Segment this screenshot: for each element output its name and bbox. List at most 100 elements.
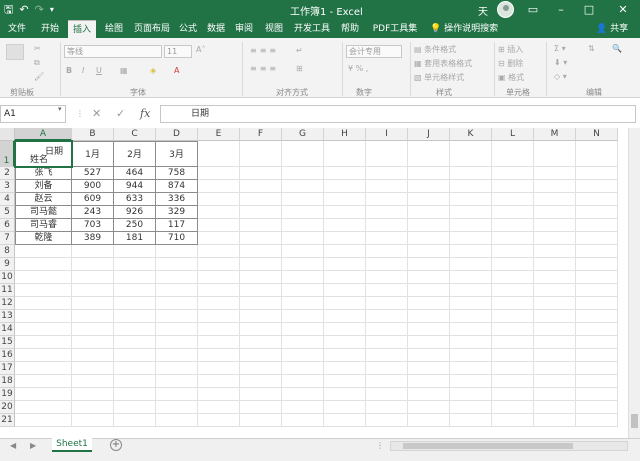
grid-cell[interactable] xyxy=(15,401,72,414)
grid-cell[interactable] xyxy=(240,336,282,349)
clear-icon[interactable]: ◇ ▾ xyxy=(554,72,567,81)
table-value-cell[interactable]: 758 xyxy=(156,167,198,180)
table-value-cell[interactable]: 336 xyxy=(156,193,198,206)
grid-cell[interactable] xyxy=(408,323,450,336)
grid-cell[interactable] xyxy=(72,401,114,414)
grid-cell[interactable] xyxy=(492,271,534,284)
grid-cell[interactable] xyxy=(240,375,282,388)
grid-cell[interactable] xyxy=(240,193,282,206)
grid-cell[interactable] xyxy=(282,219,324,232)
grid-cell[interactable] xyxy=(366,297,408,310)
grid-cell[interactable] xyxy=(198,141,240,167)
grid-cell[interactable] xyxy=(576,284,618,297)
grid-cell[interactable] xyxy=(15,323,72,336)
grid-cell[interactable] xyxy=(534,362,576,375)
fill-icon[interactable]: ⬇ ▾ xyxy=(554,58,567,67)
save-icon[interactable]: 🖫 xyxy=(4,2,13,18)
grid-cell[interactable] xyxy=(408,258,450,271)
table-value-cell[interactable]: 926 xyxy=(114,206,156,219)
grid-cell[interactable] xyxy=(282,271,324,284)
grid-cell[interactable] xyxy=(450,180,492,193)
table-header-cell[interactable]: 2月 xyxy=(114,141,156,167)
sheet-tab[interactable]: Sheet1 xyxy=(52,438,92,452)
font-name-box[interactable]: 等线 xyxy=(64,45,162,58)
grid-cell[interactable] xyxy=(366,375,408,388)
grid-cell[interactable] xyxy=(408,180,450,193)
grid-cell[interactable] xyxy=(156,271,198,284)
column-header[interactable]: H xyxy=(324,128,366,141)
grid-cell[interactable] xyxy=(408,141,450,167)
grid-cell[interactable] xyxy=(240,297,282,310)
tab-file[interactable]: 文件 xyxy=(4,20,30,38)
grid-cell[interactable] xyxy=(198,271,240,284)
vertical-scrollbar[interactable] xyxy=(628,128,640,438)
table-value-cell[interactable]: 609 xyxy=(72,193,114,206)
grid-cell[interactable] xyxy=(72,310,114,323)
grid-cell[interactable] xyxy=(492,349,534,362)
grid-cell[interactable] xyxy=(282,336,324,349)
grid-cell[interactable] xyxy=(282,167,324,180)
grid-cell[interactable] xyxy=(198,167,240,180)
italic-icon[interactable]: I xyxy=(82,66,84,75)
grid-cell[interactable] xyxy=(114,310,156,323)
grid-cell[interactable] xyxy=(324,310,366,323)
grid-cell[interactable] xyxy=(156,258,198,271)
grid-cell[interactable] xyxy=(576,167,618,180)
grid-cell[interactable] xyxy=(324,375,366,388)
column-header[interactable]: B xyxy=(72,128,114,141)
grid-cell[interactable] xyxy=(534,206,576,219)
grid-cell[interactable] xyxy=(72,349,114,362)
grid-cell[interactable] xyxy=(15,375,72,388)
grid-cell[interactable] xyxy=(15,349,72,362)
grid-cell[interactable] xyxy=(366,401,408,414)
grid-cell[interactable] xyxy=(114,388,156,401)
function-icon[interactable]: fx xyxy=(140,105,150,123)
sort-filter-icon[interactable]: ⇅ xyxy=(588,44,595,53)
column-header[interactable]: N xyxy=(576,128,618,141)
grid-cell[interactable] xyxy=(72,323,114,336)
grid-cell[interactable] xyxy=(450,219,492,232)
grid-cell[interactable] xyxy=(576,362,618,375)
grid-cell[interactable] xyxy=(114,297,156,310)
grid-cell[interactable] xyxy=(576,193,618,206)
grid-cell[interactable] xyxy=(15,271,72,284)
customize-icon[interactable]: ▾ xyxy=(50,2,54,18)
grid-cell[interactable] xyxy=(366,258,408,271)
grid-cell[interactable] xyxy=(576,375,618,388)
grid-cell[interactable] xyxy=(72,362,114,375)
grid-cell[interactable] xyxy=(450,245,492,258)
grid-cell[interactable] xyxy=(492,336,534,349)
grid-cell[interactable] xyxy=(534,349,576,362)
scroll-thumb[interactable] xyxy=(631,414,638,428)
delete-cells-button[interactable]: ⊟ 删除 xyxy=(498,58,523,69)
grid-cell[interactable] xyxy=(72,271,114,284)
next-sheet-icon[interactable]: ▶ xyxy=(30,439,36,452)
column-header[interactable]: M xyxy=(534,128,576,141)
spreadsheet-grid[interactable]: A B C D E F G H I J K L M N 1 2 3 4 5 6 7 8 9 10 11 12 13 14 15 16 17 1… xyxy=(0,128,628,438)
grid-cell[interactable] xyxy=(366,167,408,180)
grid-cell[interactable] xyxy=(282,141,324,167)
grid-cell[interactable] xyxy=(15,284,72,297)
grid-cell[interactable] xyxy=(282,297,324,310)
grid-cell[interactable] xyxy=(156,349,198,362)
increase-font-icon[interactable]: A˄ xyxy=(196,45,205,54)
grid-cell[interactable] xyxy=(156,310,198,323)
grid-cell[interactable] xyxy=(324,193,366,206)
grid-cell[interactable] xyxy=(450,297,492,310)
maximize-icon[interactable]: □ xyxy=(576,0,602,20)
grid-cell[interactable] xyxy=(156,284,198,297)
grid-cell[interactable] xyxy=(534,245,576,258)
grid-cell[interactable] xyxy=(492,297,534,310)
minimize-icon[interactable]: – xyxy=(548,0,574,20)
grid-cell[interactable] xyxy=(408,297,450,310)
align-left-icon[interactable]: ≡≡≡ xyxy=(250,64,279,73)
tab-home[interactable]: 开始 xyxy=(36,20,64,38)
table-name-cell[interactable]: 刘备 xyxy=(15,180,72,193)
grid-cell[interactable] xyxy=(282,388,324,401)
row-header[interactable]: 8 xyxy=(0,245,15,258)
paste-icon[interactable] xyxy=(6,44,24,60)
grid-cell[interactable] xyxy=(366,388,408,401)
grid-cell[interactable] xyxy=(450,323,492,336)
table-value-cell[interactable]: 329 xyxy=(156,206,198,219)
add-sheet-icon[interactable]: + xyxy=(110,439,122,451)
